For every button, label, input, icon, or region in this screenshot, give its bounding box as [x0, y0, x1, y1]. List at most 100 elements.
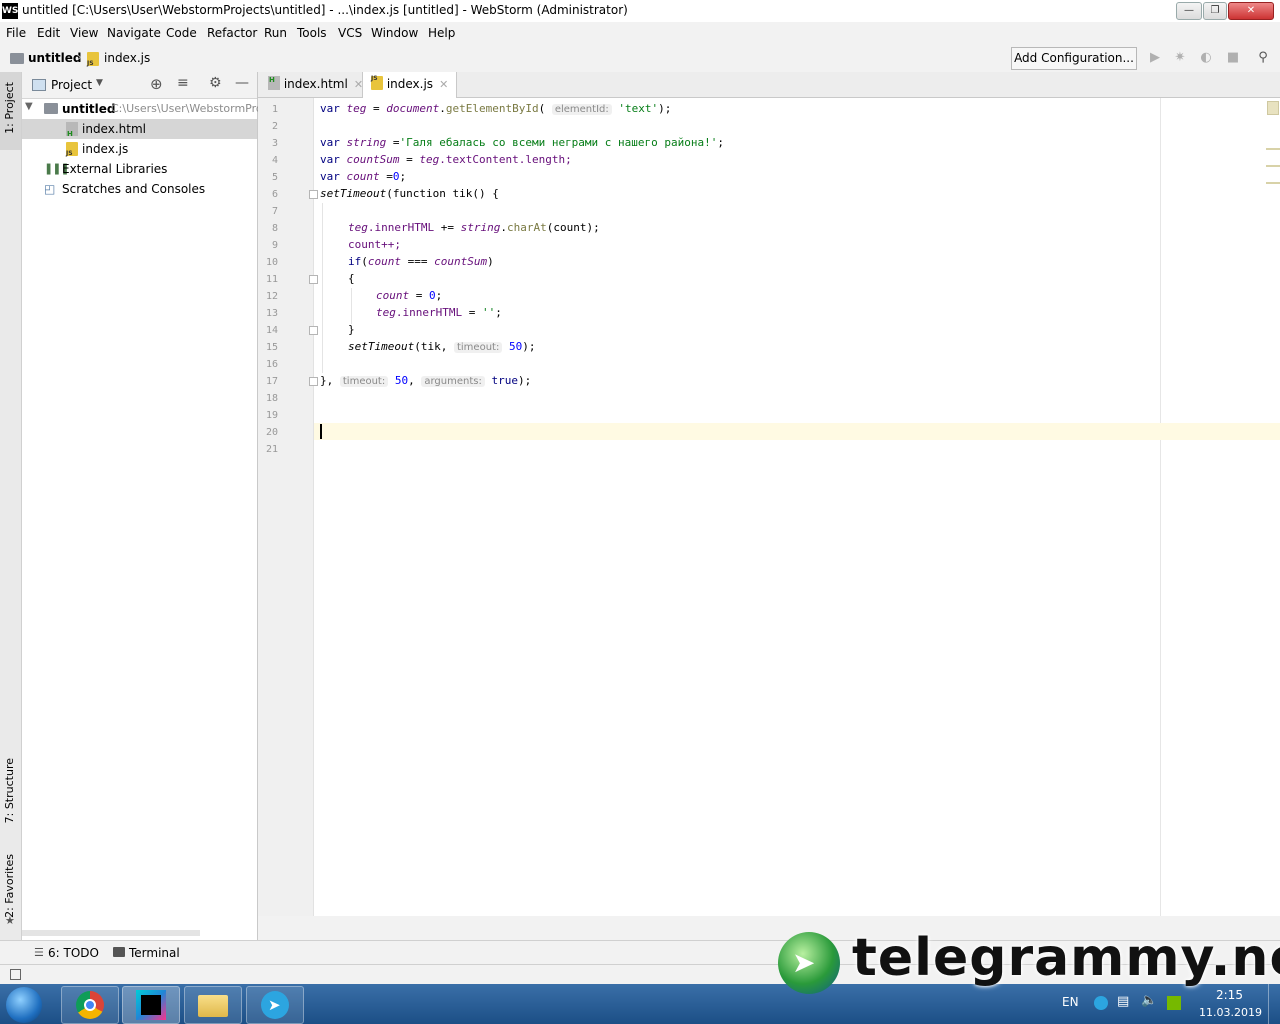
project-panel-header: Project ▼ ⊕ ≡ ⚙ — [22, 72, 257, 99]
fold-marker-icon[interactable] [309, 275, 318, 284]
code-token: === [401, 255, 435, 268]
error-stripe-mark[interactable] [1266, 182, 1280, 184]
webstorm-icon-inner [141, 995, 161, 1015]
menu-window[interactable]: Window [371, 26, 418, 40]
code-token: count++; [348, 238, 401, 251]
project-panel: Project ▼ ⊕ ≡ ⚙ — ▼ untitled C:\Users\Us… [22, 72, 263, 940]
code-token: countSum [434, 255, 488, 268]
run-icon[interactable]: ▶ [1148, 51, 1162, 65]
gear-icon[interactable]: ⚙ [209, 75, 222, 91]
menu-edit[interactable]: Edit [37, 26, 60, 40]
line-number: 15 [265, 342, 278, 353]
start-button[interactable] [6, 987, 42, 1023]
tree-item-external-libraries[interactable]: ❚❚❚ External Libraries [22, 159, 257, 179]
maximize-button[interactable]: ❐ [1203, 2, 1227, 20]
line-number: 19 [265, 410, 278, 421]
menu-vcs[interactable]: VCS [338, 26, 362, 40]
tool-tab-project[interactable]: 1: Project [3, 82, 16, 134]
volume-icon[interactable]: 🔈 [1141, 993, 1157, 1008]
stop-icon[interactable]: ■ [1226, 51, 1240, 65]
debug-icon[interactable]: ✷ [1173, 51, 1187, 65]
language-indicator[interactable]: EN [1062, 995, 1079, 1009]
tree-item-scratches[interactable]: ◰ Scratches and Consoles [22, 179, 257, 199]
parameter-hint: elementId: [551, 104, 612, 115]
code-token: count [376, 289, 410, 302]
telegram-tray-icon[interactable] [1094, 996, 1108, 1010]
todo-tool-button[interactable]: 6: TODO [48, 946, 99, 960]
menu-navigate[interactable]: Navigate [107, 26, 161, 40]
line-number: 8 [271, 223, 278, 234]
tool-tab-structure[interactable]: 7: Structure [3, 758, 16, 823]
taskbar-explorer[interactable] [184, 986, 242, 1024]
html-file-icon [268, 68, 280, 92]
watermark-text: telegrammy.net [852, 928, 1280, 988]
add-configuration-button[interactable]: Add Configuration... [1011, 47, 1137, 70]
tab-index-js[interactable]: index.js ✕ [362, 67, 458, 98]
editor-tab-bar: index.html✕ index.js ✕ [258, 67, 1280, 98]
code-token: = [399, 153, 420, 166]
error-stripe-mark[interactable] [1266, 165, 1280, 167]
code-token: setTimeout [348, 340, 415, 353]
tree-item-index-js[interactable]: index.js [22, 139, 257, 159]
indent-guide [322, 203, 323, 373]
minimize-button[interactable]: — [1176, 2, 1202, 20]
menu-code[interactable]: Code [166, 26, 197, 40]
code-token: (count); [546, 221, 600, 234]
todo-icon: ☰ [34, 946, 44, 959]
horizontal-scrollbar[interactable] [22, 930, 200, 936]
code-token: var [320, 153, 340, 166]
project-view-selector[interactable]: Project [51, 78, 92, 92]
collapse-all-icon[interactable]: ≡ [177, 75, 189, 91]
breadcrumb-project[interactable]: untitled [28, 51, 82, 65]
fold-marker-icon[interactable] [309, 377, 318, 386]
code-line-17: }, timeout: 50, arguments: true); [320, 374, 531, 387]
taskbar-telegram[interactable]: ➤ [246, 986, 304, 1024]
code-token: ); [522, 340, 536, 353]
title-bar: WS untitled [C:\Users\User\WebstormProje… [0, 0, 1280, 23]
clock-date[interactable]: 11.03.2019 [1199, 1006, 1262, 1019]
terminal-tool-button[interactable]: Terminal [129, 946, 180, 960]
left-tool-stripe: 1: Project 7: Structure 2: Favorites ★ [0, 72, 22, 940]
show-desktop-button[interactable] [1268, 984, 1280, 1024]
fold-marker-icon[interactable] [309, 190, 318, 199]
taskbar-webstorm[interactable] [122, 986, 180, 1024]
line-number: 3 [271, 138, 278, 149]
tab-index-html[interactable]: index.html✕ [260, 68, 371, 97]
menu-file[interactable]: File [6, 26, 26, 40]
toggle-tool-windows-icon[interactable] [10, 969, 21, 980]
locate-icon[interactable]: ⊕ [150, 75, 163, 93]
close-tab-icon[interactable]: ✕ [439, 78, 448, 91]
taskbar-chrome[interactable] [61, 986, 119, 1024]
coverage-icon[interactable]: ◐ [1199, 51, 1213, 65]
menu-refactor[interactable]: Refactor [207, 26, 257, 40]
fold-marker-icon[interactable] [309, 326, 318, 335]
star-icon: ★ [5, 914, 15, 927]
tree-item-label: index.html [82, 122, 146, 136]
search-icon[interactable]: ⚲ [1256, 51, 1270, 65]
hide-panel-icon[interactable]: — [235, 75, 249, 91]
code-token: .innerHTML [395, 306, 463, 319]
network-icon[interactable]: ▤ [1117, 994, 1129, 1009]
nvidia-icon[interactable] [1167, 996, 1181, 1010]
tree-root[interactable]: ▼ untitled C:\Users\User\WebstormPro [22, 99, 263, 119]
menu-view[interactable]: View [70, 26, 98, 40]
chevron-down-icon[interactable]: ▼ [96, 78, 103, 88]
tree-item-index-html[interactable]: index.html [22, 119, 257, 139]
code-line-9: count++; [348, 238, 401, 251]
tool-tab-favorites[interactable]: 2: Favorites [3, 854, 16, 918]
error-stripe-mark[interactable] [1266, 148, 1280, 150]
expand-arrow-icon[interactable]: ▼ [25, 101, 33, 112]
clock-time[interactable]: 2:15 [1216, 988, 1243, 1002]
breadcrumb-file[interactable]: index.js [104, 51, 150, 65]
tree-item-label: Scratches and Consoles [62, 182, 206, 196]
close-button[interactable]: ✕ [1228, 2, 1274, 20]
code-token: (tik, [414, 340, 454, 353]
menu-tools[interactable]: Tools [297, 26, 327, 40]
menu-run[interactable]: Run [264, 26, 287, 40]
menu-help[interactable]: Help [428, 26, 455, 40]
inspection-status-icon[interactable] [1267, 101, 1279, 115]
code-line-11: { [348, 272, 355, 285]
window-title: untitled [C:\Users\User\WebstormProjects… [22, 3, 628, 17]
